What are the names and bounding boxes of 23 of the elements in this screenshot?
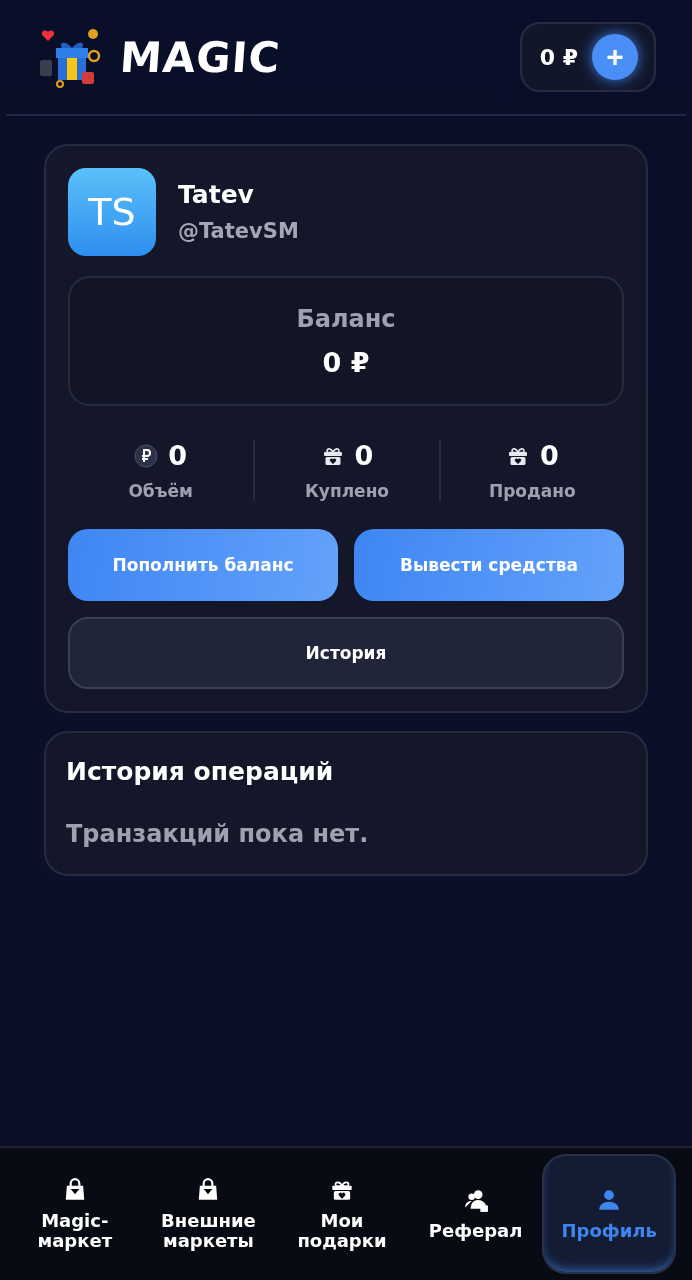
stat-value: 0 <box>539 440 559 471</box>
balance-value: 0 ₽ <box>322 346 370 378</box>
balance-label: Баланс <box>296 304 396 333</box>
empty-message: Транзакций пока нет. <box>66 820 370 848</box>
nav-tab[interactable]: Мои подарки <box>275 1154 409 1274</box>
operations-title: История операций <box>66 757 335 786</box>
avatar: TS <box>68 168 156 256</box>
history-button[interactable]: История <box>68 617 624 689</box>
nav-tab[interactable]: Реферал <box>408 1154 543 1274</box>
stat-label: Продано <box>488 481 576 501</box>
logo-text: MAGIC <box>118 32 282 82</box>
stat-value: 0 <box>354 440 374 471</box>
balance-amount: 0 ₽ <box>539 44 578 70</box>
people-icon <box>462 1187 489 1214</box>
stat-label: Куплено <box>304 481 390 501</box>
user-name: Tatev <box>178 180 255 209</box>
ruble-coin-icon <box>134 443 159 468</box>
nav-tab[interactable]: Внешние маркеты <box>141 1154 276 1274</box>
stat-label: Объём <box>128 481 193 501</box>
stat-value: 0 <box>168 440 188 471</box>
nav-tab[interactable]: Magic-маркет <box>8 1154 142 1274</box>
username: @TatevSM <box>178 219 299 243</box>
nav-tab[interactable]: Профиль <box>542 1154 676 1274</box>
